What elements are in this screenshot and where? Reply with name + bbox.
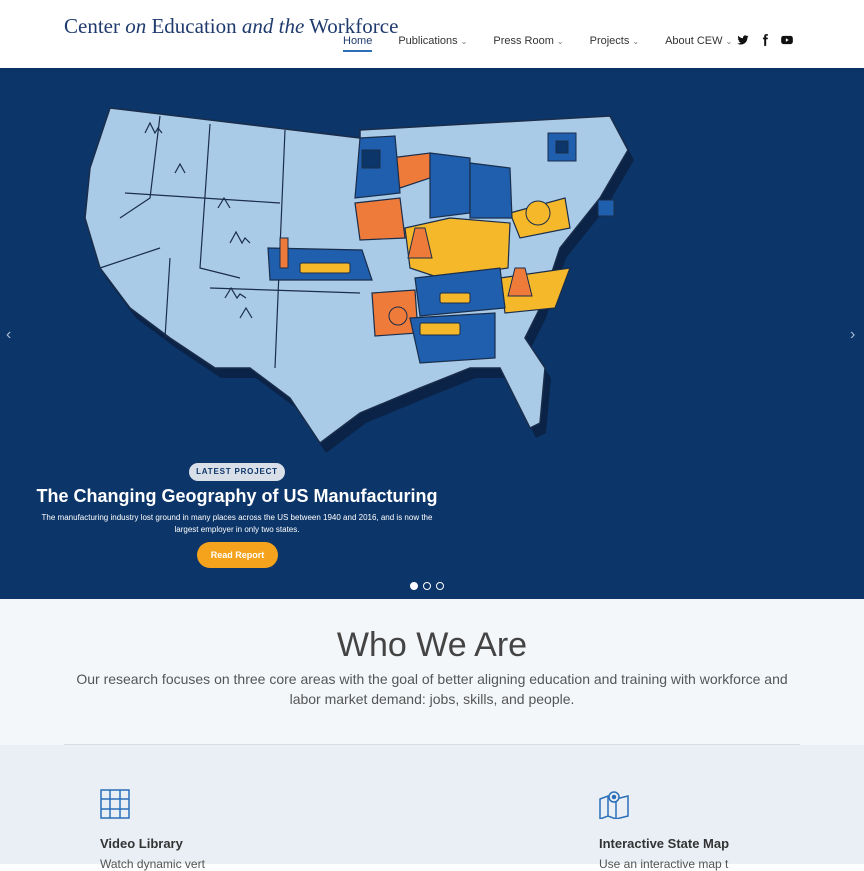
- nav-item-press-room[interactable]: Press Room ⌄: [493, 35, 563, 47]
- hero-slider: ‹ › LATEST PROJECT The Changing Geograph…: [0, 68, 864, 599]
- nav-item-publications[interactable]: Publications ⌄: [398, 35, 467, 47]
- chevron-down-icon: ⌄: [632, 37, 640, 46]
- slider-dot[interactable]: [410, 582, 418, 590]
- nav-item-home[interactable]: Home: [343, 35, 373, 52]
- logo-text: Center: [64, 14, 126, 38]
- section-description: Our research focuses on three core areas…: [76, 671, 788, 707]
- hero-title: The Changing Geography of US Manufacturi…: [36, 486, 438, 506]
- slider-prev-arrow[interactable]: ‹: [6, 326, 11, 344]
- nav-label: Press Room: [493, 35, 554, 47]
- twitter-icon[interactable]: [736, 33, 750, 47]
- logo-text-italic: and the: [241, 14, 305, 38]
- chevron-down-icon: ⌄: [725, 37, 733, 46]
- map-pin-icon: [599, 791, 629, 819]
- latest-project-badge: LATEST PROJECT: [189, 463, 285, 481]
- who-we-are-section: Who We Are Our research focuses on three…: [0, 599, 864, 745]
- facebook-icon[interactable]: [758, 33, 772, 47]
- nav-item-projects[interactable]: Projects ⌄: [590, 35, 639, 47]
- hero-description: The manufacturing industry lost ground i…: [41, 513, 433, 534]
- read-report-button[interactable]: Read Report: [197, 542, 278, 568]
- card-subtitle: Watch dynamic vert: [100, 857, 205, 871]
- card-subtitle: Use an interactive map t: [599, 857, 729, 871]
- nav-item-about[interactable]: About CEW ⌄: [665, 35, 732, 47]
- logo-text: Education: [146, 14, 242, 38]
- nav-label: About CEW: [665, 35, 723, 47]
- feature-cards: Video Library Watch dynamic vert Interac…: [0, 745, 864, 871]
- nav-label: Publications: [398, 35, 458, 47]
- card-title-video-library[interactable]: Video Library: [100, 836, 183, 851]
- slider-next-arrow[interactable]: ›: [850, 326, 855, 344]
- card-title-interactive-state-map[interactable]: Interactive State Map: [599, 836, 729, 851]
- chevron-down-icon: ⌄: [556, 37, 564, 46]
- nav-label: Projects: [589, 35, 630, 47]
- slider-dot[interactable]: [436, 582, 444, 590]
- section-title: Who We Are: [336, 626, 528, 664]
- logo-text-italic: on: [125, 14, 147, 38]
- slider-dot[interactable]: [423, 582, 431, 590]
- nav-label: Home: [343, 35, 373, 47]
- slider-dots: [410, 582, 444, 590]
- video-grid-icon: [100, 789, 130, 819]
- chevron-down-icon: ⌄: [460, 37, 468, 46]
- youtube-icon[interactable]: [780, 33, 794, 47]
- main-nav: Home Publications ⌄ Press Room ⌄ Projects ⌄…: [343, 35, 758, 52]
- site-header: Center on Education and the Workforce Ho…: [0, 0, 864, 68]
